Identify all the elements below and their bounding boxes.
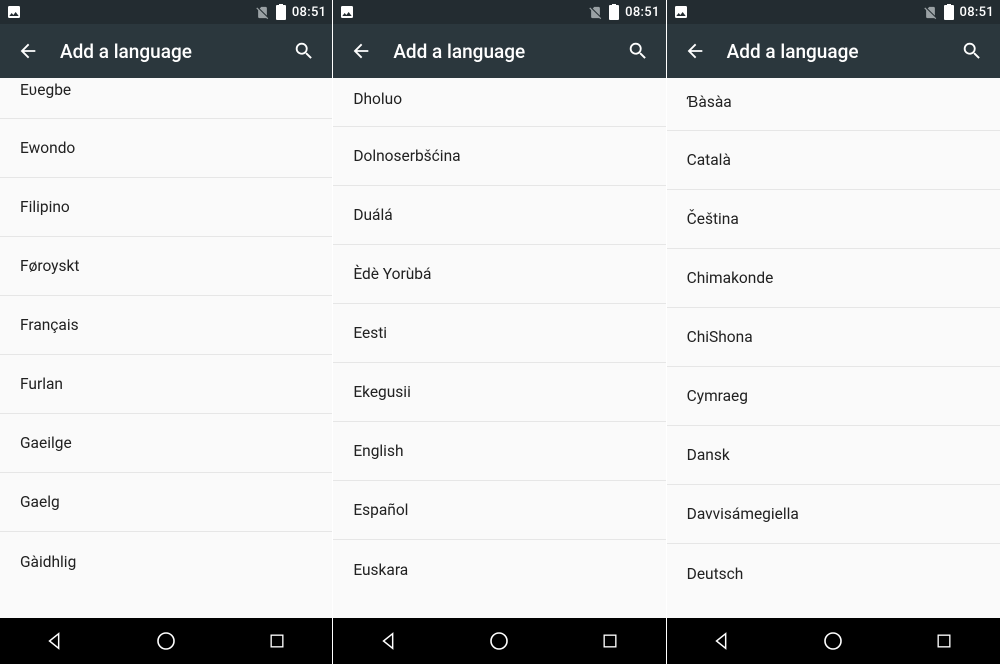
language-label: Français [20, 316, 79, 334]
list-item[interactable]: Chimakonde [667, 249, 1000, 308]
list-item[interactable]: Dolnoserbšćina [333, 127, 665, 186]
language-label: Ɓàsàa [687, 93, 732, 112]
language-label: Duálá [353, 206, 392, 224]
list-item[interactable]: Français [0, 296, 332, 355]
list-item[interactable]: Gàidhlig [0, 532, 332, 591]
battery-icon [276, 4, 286, 20]
language-label: Euskara [353, 561, 408, 579]
language-label: Gaelg [20, 493, 60, 511]
status-bar: 08:51 [0, 0, 332, 24]
nav-back-button[interactable] [692, 618, 752, 664]
no-sim-icon [588, 5, 603, 20]
list-item[interactable]: Català [667, 131, 1000, 190]
language-label: Dansk [687, 446, 730, 464]
notification-image-icon [339, 4, 355, 20]
list-item[interactable]: English [333, 422, 665, 481]
language-label: Cymraeg [687, 387, 748, 405]
language-label: Føroyskt [20, 257, 79, 275]
back-button[interactable] [677, 33, 713, 69]
language-label: Dholuo [353, 90, 402, 108]
notification-image-icon [6, 4, 22, 20]
phone-screen: 08:51 Add a language Eʋegbe Ewondo Filipino F… [0, 0, 333, 664]
language-label: Español [353, 501, 408, 519]
list-item[interactable]: Filipino [0, 178, 332, 237]
list-item[interactable]: Ewondo [0, 119, 332, 178]
app-bar: Add a language [333, 24, 665, 78]
list-item[interactable]: Èdè Yorùbá [333, 245, 665, 304]
list-item[interactable]: Furlan [0, 355, 332, 414]
language-list[interactable]: Ɓàsàa Català Čeština Chimakonde ChiShona Cymr… [667, 78, 1000, 618]
navigation-bar [0, 618, 332, 664]
phone-screen: 08:51Add a languageDholuoDolnoserbšćinaD… [333, 0, 666, 664]
back-button[interactable] [10, 33, 46, 69]
language-label: Ewondo [20, 139, 75, 157]
no-sim-icon [923, 5, 938, 20]
list-item[interactable]: Gaelg [0, 473, 332, 532]
list-item[interactable]: Ɓàsàa [667, 78, 1000, 131]
language-list[interactable]: Dholuo Dolnoserbšćina Duálá Èdè Yorùbá Eesti… [333, 78, 665, 618]
status-bar: 08:51 [333, 0, 665, 24]
nav-recents-button[interactable] [247, 618, 307, 664]
list-item[interactable]: Deutsch [667, 544, 1000, 603]
notification-image-icon [673, 4, 689, 20]
nav-recents-button[interactable] [914, 618, 974, 664]
app-bar-title: Add a language [60, 40, 286, 63]
search-button[interactable] [954, 33, 990, 69]
nav-home-button[interactable] [803, 618, 863, 664]
navigation-bar [333, 618, 665, 664]
app-bar: Add a language [667, 24, 1000, 78]
app-bar-title: Add a language [727, 40, 954, 63]
nav-recents-button[interactable] [580, 618, 640, 664]
language-label: Davvisámegiella [687, 505, 799, 523]
language-label: Gàidhlig [20, 553, 76, 571]
list-item[interactable]: Føroyskt [0, 237, 332, 296]
app-bar-title: Add a language [393, 40, 619, 63]
language-label: Filipino [20, 198, 70, 216]
battery-icon [609, 4, 619, 20]
search-button[interactable] [286, 33, 322, 69]
list-item[interactable]: Čeština [667, 190, 1000, 249]
list-item[interactable]: Gaeilge [0, 414, 332, 473]
battery-icon [944, 4, 954, 20]
list-item[interactable]: Eesti [333, 304, 665, 363]
language-label: Eʋegbe [20, 81, 71, 100]
list-item[interactable]: Ekegusii [333, 363, 665, 422]
nav-back-button[interactable] [359, 618, 419, 664]
nav-home-button[interactable] [136, 618, 196, 664]
list-item[interactable]: Eʋegbe [0, 78, 332, 119]
back-button[interactable] [343, 33, 379, 69]
app-bar: Add a language [0, 24, 332, 78]
language-label: Ekegusii [353, 383, 411, 401]
list-item[interactable]: Español [333, 481, 665, 540]
search-button[interactable] [620, 33, 656, 69]
list-item[interactable]: Cymraeg [667, 367, 1000, 426]
list-item[interactable]: Duálá [333, 186, 665, 245]
language-label: Dolnoserbšćina [353, 147, 460, 165]
language-label: English [353, 442, 403, 460]
list-item[interactable]: Euskara [333, 540, 665, 599]
list-item[interactable]: Dansk [667, 426, 1000, 485]
language-label: Català [687, 151, 731, 169]
phone-screen: 08:51 Add a language Ɓàsàa Català Čeština Chi… [667, 0, 1000, 664]
list-item[interactable]: Dholuo [333, 78, 665, 127]
language-label: Èdè Yorùbá [353, 265, 431, 283]
status-clock: 08:51 [292, 5, 326, 20]
language-label: Deutsch [687, 565, 744, 583]
status-clock: 08:51 [960, 5, 994, 20]
language-label: Furlan [20, 375, 63, 393]
language-label: ChiShona [687, 328, 753, 346]
list-item[interactable]: Davvisámegiella [667, 485, 1000, 544]
language-list[interactable]: Eʋegbe Ewondo Filipino Føroyskt Français Furl… [0, 78, 332, 618]
language-label: Gaeilge [20, 434, 72, 452]
language-label: Chimakonde [687, 269, 774, 287]
nav-home-button[interactable] [469, 618, 529, 664]
language-label: Čeština [687, 210, 739, 228]
status-clock: 08:51 [625, 5, 659, 20]
list-item[interactable]: ChiShona [667, 308, 1000, 367]
language-label: Eesti [353, 324, 387, 342]
navigation-bar [667, 618, 1000, 664]
status-bar: 08:51 [667, 0, 1000, 24]
no-sim-icon [255, 5, 270, 20]
nav-back-button[interactable] [25, 618, 85, 664]
